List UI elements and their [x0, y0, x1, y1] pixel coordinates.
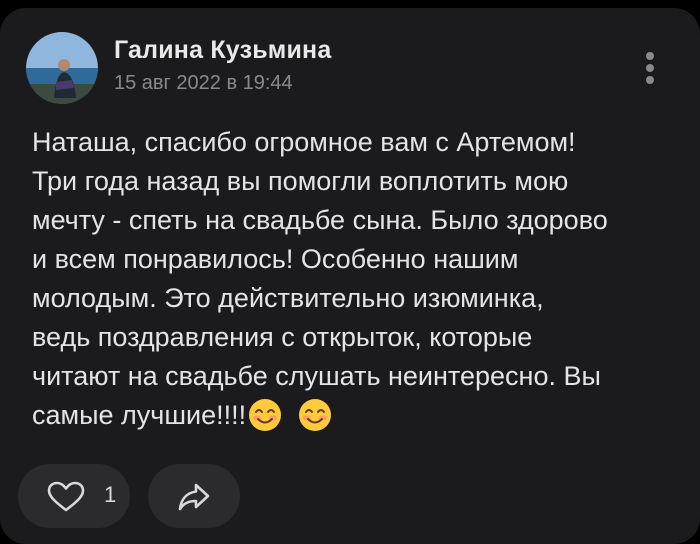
avatar-photo — [26, 32, 98, 104]
comment-line: Три года назад вы помогли воплотить мою — [32, 166, 569, 196]
comment-line-text: самые лучшие!!!! — [32, 400, 247, 430]
more-dot — [646, 52, 654, 60]
like-count: 1 — [104, 482, 117, 507]
heart-icon — [47, 481, 85, 512]
comment-line: читают на свадьбе слушать неинтересно. В… — [32, 361, 601, 391]
comment-line: молодым. Это действительно изюминка, — [32, 283, 544, 313]
smiling-face-emoji — [249, 399, 282, 431]
comment-line: ведь поздравления с открыток, которые — [32, 322, 533, 352]
post-date: 15 авг 2022 в 19:44 — [114, 72, 293, 94]
comment-card: Галина Кузьмина 15 авг 2022 в 19:44 Ната… — [0, 8, 700, 544]
comment-last-line: самые лучшие!!!! — [32, 396, 672, 435]
more-dot — [646, 76, 654, 84]
share-arrow-icon — [178, 483, 210, 511]
smiling-face-emoji — [299, 399, 332, 431]
more-vertical-icon[interactable] — [636, 46, 664, 90]
avatar[interactable] — [26, 32, 98, 104]
comment-line: Наташа, спасибо огромное вам с Артемом! — [32, 127, 576, 157]
more-dot — [646, 64, 654, 72]
share-button[interactable] — [148, 464, 240, 528]
author-name[interactable]: Галина Кузьмина — [114, 36, 331, 65]
comment-line: мечту - спеть на свадьбе сына. Было здор… — [32, 205, 608, 235]
comment-text: Наташа, спасибо огромное вам с Артемом! … — [32, 123, 672, 435]
like-button[interactable]: 1 — [18, 464, 130, 528]
comment-line: и всем понравилось! Особенно нашим — [32, 244, 519, 274]
